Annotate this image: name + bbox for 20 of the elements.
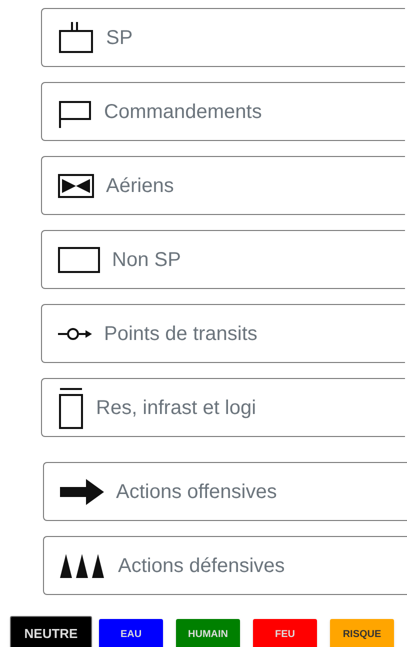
command-post-icon [58,22,94,54]
theme-button[interactable]: NEUTRE [10,616,92,647]
cones-icon [60,554,106,578]
category-button[interactable]: SP [41,8,405,67]
theme-button[interactable]: RISQUE [330,619,394,647]
category-button[interactable]: Actions défensives [43,536,407,595]
arrow-icon [60,478,104,504]
theme-button[interactable]: FEU [253,619,317,647]
category-button[interactable]: Points de transits [41,304,405,363]
theme-button[interactable]: EAU [99,619,163,647]
bowtie-icon [58,174,94,198]
rectangle-icon [58,246,100,272]
category-button[interactable]: Commandements [41,82,405,141]
category-button[interactable]: Aériens [41,156,405,215]
category-button[interactable]: Non SP [41,230,405,289]
transit-point-icon [58,328,92,340]
category-button[interactable]: Res, infrast et logi [41,378,405,437]
bar-square-icon [58,386,84,428]
category-button[interactable]: Actions offensives [43,462,407,521]
theme-button[interactable]: HUMAIN [176,619,240,647]
